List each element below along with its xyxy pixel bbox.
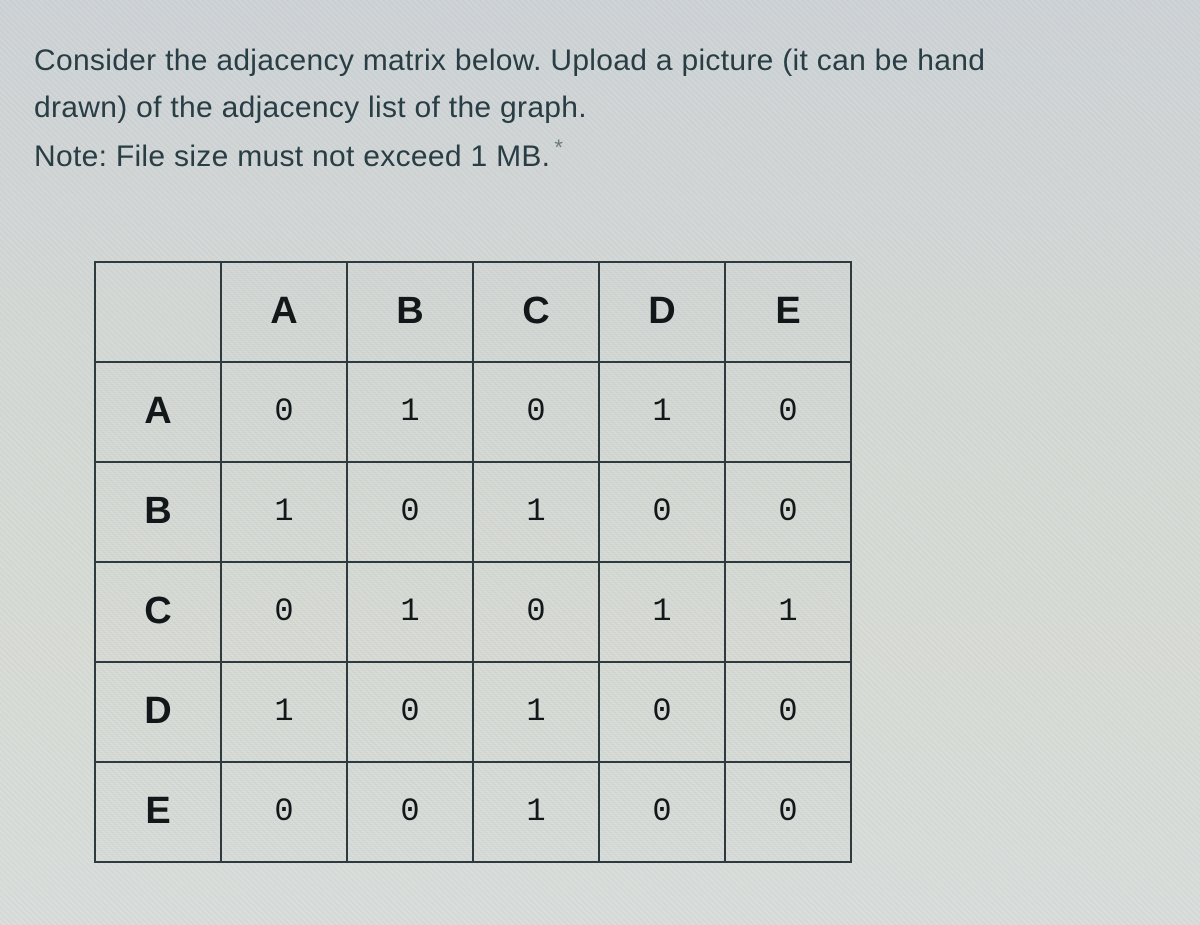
adjacency-matrix-wrap: A B C D E A 0 1 0 1 0 B 1 0 1 0 0 — [94, 261, 1166, 863]
row-header-B: B — [95, 462, 221, 562]
matrix-corner-cell — [95, 262, 221, 362]
table-row: C 0 1 0 1 1 — [95, 562, 851, 662]
cell-B-B: 0 — [347, 462, 473, 562]
cell-D-D: 0 — [599, 662, 725, 762]
cell-E-B: 0 — [347, 762, 473, 862]
row-header-A: A — [95, 362, 221, 462]
cell-B-D: 0 — [599, 462, 725, 562]
adjacency-matrix-table: A B C D E A 0 1 0 1 0 B 1 0 1 0 0 — [94, 261, 852, 863]
table-row: E 0 0 1 0 0 — [95, 762, 851, 862]
cell-B-E: 0 — [725, 462, 851, 562]
col-header-B: B — [347, 262, 473, 362]
col-header-A: A — [221, 262, 347, 362]
matrix-header-row: A B C D E — [95, 262, 851, 362]
cell-E-C: 1 — [473, 762, 599, 862]
cell-A-D: 1 — [599, 362, 725, 462]
cell-E-A: 0 — [221, 762, 347, 862]
cell-A-C: 0 — [473, 362, 599, 462]
required-asterisk: * — [554, 135, 563, 160]
table-row: B 1 0 1 0 0 — [95, 462, 851, 562]
cell-D-E: 0 — [725, 662, 851, 762]
row-header-D: D — [95, 662, 221, 762]
cell-C-A: 0 — [221, 562, 347, 662]
table-row: D 1 0 1 0 0 — [95, 662, 851, 762]
table-row: A 0 1 0 1 0 — [95, 362, 851, 462]
row-header-E: E — [95, 762, 221, 862]
cell-B-C: 1 — [473, 462, 599, 562]
cell-C-D: 1 — [599, 562, 725, 662]
cell-C-E: 1 — [725, 562, 851, 662]
cell-E-D: 0 — [599, 762, 725, 862]
question-page: Consider the adjacency matrix below. Upl… — [0, 0, 1200, 925]
col-header-C: C — [473, 262, 599, 362]
row-header-C: C — [95, 562, 221, 662]
col-header-E: E — [725, 262, 851, 362]
cell-C-C: 0 — [473, 562, 599, 662]
cell-A-B: 1 — [347, 362, 473, 462]
cell-E-E: 0 — [725, 762, 851, 862]
question-line-3: Note: File size must not exceed 1 MB. — [34, 140, 550, 173]
col-header-D: D — [599, 262, 725, 362]
cell-D-C: 1 — [473, 662, 599, 762]
cell-B-A: 1 — [221, 462, 347, 562]
cell-D-B: 0 — [347, 662, 473, 762]
question-text: Consider the adjacency matrix below. Upl… — [34, 38, 1164, 181]
question-line-1: Consider the adjacency matrix below. Upl… — [34, 44, 985, 77]
cell-A-A: 0 — [221, 362, 347, 462]
cell-C-B: 1 — [347, 562, 473, 662]
question-line-2: drawn) of the adjacency list of the grap… — [34, 91, 587, 124]
cell-D-A: 1 — [221, 662, 347, 762]
cell-A-E: 0 — [725, 362, 851, 462]
